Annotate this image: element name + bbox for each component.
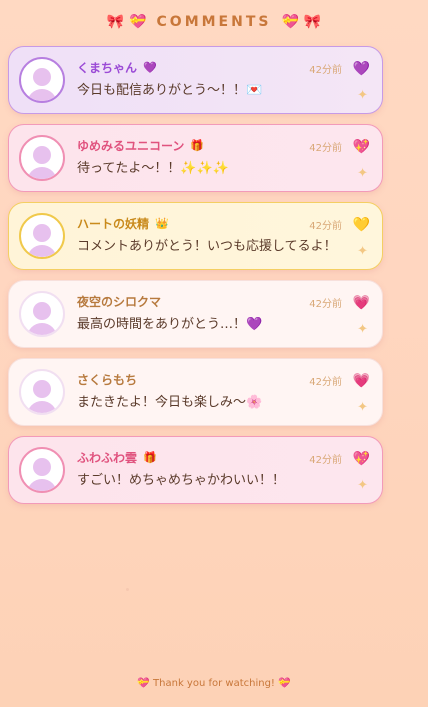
comment-message: コメントありがとう！いつも応援してるよ！	[77, 239, 337, 254]
avatar	[19, 291, 65, 337]
ribbon-icons-right: 💝 🎀	[281, 14, 322, 30]
avatar	[19, 57, 65, 103]
comment-author: 夜空のシロクマ	[77, 294, 162, 309]
comments-header: 🎀 💝 COMMENTS 💝 🎀	[0, 10, 428, 34]
comment-card[interactable]: 夜空のシロクマ 42分前 最高の時間をありがとう…！💜 💗 ✦	[8, 280, 383, 348]
sparkle-icon: ✦	[357, 322, 368, 337]
gift-icon: 🎁	[143, 450, 157, 464]
comment-message: すごい！めちゃめちゃかわいい！！	[77, 473, 286, 488]
comment-time: 42分前	[309, 65, 342, 76]
heart-icon[interactable]: 💖	[353, 451, 370, 467]
comment-author: ハートの妖精	[77, 216, 150, 231]
heart-icon[interactable]: 💗	[353, 373, 370, 389]
heart-icon[interactable]: 💜	[353, 61, 370, 77]
avatar	[19, 135, 65, 181]
sparkle-icon: ✦	[357, 478, 368, 493]
avatar	[19, 213, 65, 259]
sparkle-icon: ✦	[357, 88, 368, 103]
heart-icon[interactable]: 💖	[353, 139, 370, 155]
avatar	[19, 369, 65, 415]
page-title: COMMENTS	[156, 14, 272, 30]
comment-time: 42分前	[309, 299, 342, 310]
heart-icon[interactable]: 💗	[353, 295, 370, 311]
decorative-dot	[126, 588, 129, 591]
heart-icon[interactable]: 💛	[353, 217, 370, 233]
comment-card[interactable]: ふわふわ雲 🎁 42分前 すごい！めちゃめちゃかわいい！！ 💖 ✦	[8, 436, 383, 504]
sparkle-icon: ✦	[357, 400, 368, 415]
comment-time: 42分前	[309, 377, 342, 388]
comment-time: 42分前	[309, 221, 342, 232]
comment-time: 42分前	[309, 455, 342, 466]
comment-message: 最高の時間をありがとう…！💜	[77, 317, 263, 332]
gift-icon: 🎁	[190, 138, 205, 152]
ribbon-icons-left: 🎀 💝	[106, 14, 147, 30]
avatar	[19, 447, 65, 493]
footer-message: 💝 Thank you for watching! 💝	[137, 678, 291, 689]
comment-card[interactable]: ゆめみるユニコーン 🎁 42分前 待ってたよ〜！！✨✨✨ 💖 ✦	[8, 124, 383, 192]
comment-time: 42分前	[309, 143, 342, 154]
badge-icon: 💜	[143, 60, 157, 74]
sparkle-icon: ✦	[357, 244, 368, 259]
comment-author: くまちゃん	[77, 60, 138, 75]
comment-author: さくらもち	[77, 372, 138, 387]
comment-card[interactable]: さくらもち 42分前 またきたよ！今日も楽しみ〜🌸 💗 ✦	[8, 358, 383, 426]
sparkle-icon: ✦	[357, 166, 368, 181]
comment-author: ゆめみるユニコーン	[77, 138, 185, 153]
crown-icon: 👑	[155, 216, 169, 230]
comment-list: くまちゃん 💜 42分前 今日も配信ありがとう〜！！💌 💜 ✦ ゆめみるユニコーン…	[8, 46, 383, 514]
comment-message: 今日も配信ありがとう〜！！💌	[77, 83, 263, 98]
comment-message: 待ってたよ〜！！✨✨✨	[77, 161, 229, 176]
comment-author: ふわふわ雲	[77, 450, 138, 465]
comment-card[interactable]: ハートの妖精 👑 42分前 コメントありがとう！いつも応援してるよ！ 💛 ✦	[8, 202, 383, 270]
comment-message: またきたよ！今日も楽しみ〜🌸	[77, 395, 263, 410]
comment-card[interactable]: くまちゃん 💜 42分前 今日も配信ありがとう〜！！💌 💜 ✦	[8, 46, 383, 114]
